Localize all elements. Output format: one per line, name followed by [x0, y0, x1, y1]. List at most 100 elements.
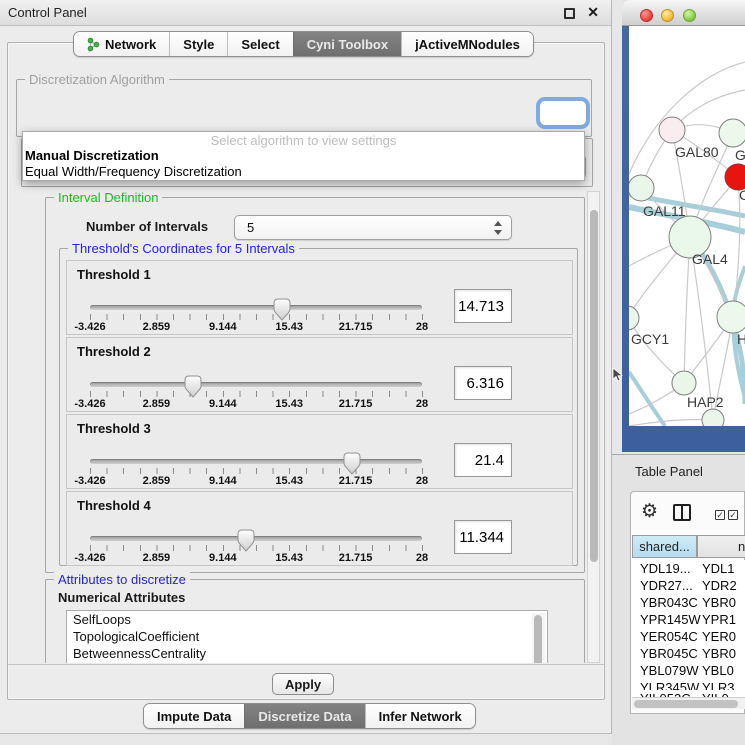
- apply-button[interactable]: Apply: [272, 673, 334, 695]
- table-row[interactable]: YER054CYER0: [632, 628, 745, 645]
- algorithm-dropdown-popup: Select algorithm to view settings Manual…: [22, 131, 585, 181]
- table-row[interactable]: YDL19...YDL1: [632, 560, 745, 577]
- tab-select[interactable]: Select: [227, 32, 292, 56]
- attributes-list-scrollbar[interactable]: [532, 613, 545, 663]
- number-of-intervals-label: Number of Intervals: [86, 219, 208, 234]
- network-node[interactable]: [629, 175, 654, 201]
- checkbox-checked-icon[interactable]: ✓: [715, 510, 725, 520]
- node-label-hap2: HAP2: [687, 394, 724, 410]
- column-header-name[interactable]: na: [697, 535, 745, 558]
- threshold-slider[interactable]: -3.4262.8599.14415.4321.71528: [90, 457, 422, 487]
- network-node[interactable]: [702, 409, 724, 426]
- number-of-intervals-combobox[interactable]: 5: [234, 215, 512, 240]
- control-panel-titlebar: Control Panel ✕: [0, 0, 611, 26]
- slider-track[interactable]: [90, 382, 422, 387]
- attributes-group-title: Attributes to discretize: [54, 572, 190, 587]
- close-icon[interactable]: ✕: [587, 4, 599, 21]
- threshold-label: Threshold 3: [77, 421, 151, 436]
- threshold-slider[interactable]: -3.4262.8599.14415.4321.71528: [90, 303, 422, 333]
- node-label-partial-h: H: [737, 331, 745, 347]
- column-header-shared-name[interactable]: shared...: [632, 535, 697, 558]
- interval-definition-group: Interval Definition Number of Intervals …: [45, 197, 585, 573]
- interval-definition-title: Interval Definition: [54, 191, 162, 205]
- scrollbar-thumb[interactable]: [590, 210, 598, 562]
- table-row[interactable]: YBL079WYBL0: [632, 662, 745, 679]
- cyni-toolbox-panel: Discretization Algorithm Table Data galF…: [7, 42, 605, 700]
- table-horizontal-scrollbar[interactable]: [632, 697, 745, 709]
- attribute-item[interactable]: BetweennessCentrality: [67, 645, 547, 662]
- network-node[interactable]: [719, 119, 745, 147]
- threshold-label: Threshold 4: [77, 498, 151, 513]
- tab-infer-network[interactable]: Infer Network: [365, 704, 475, 728]
- threshold-value-field[interactable]: 21.4: [454, 443, 512, 477]
- table-panel-dock: Table Panel ⚙ ✓ ✓ shared... na YDL19...Y…: [612, 454, 745, 745]
- node-label-gal4: GAL4: [692, 251, 728, 267]
- gear-icon[interactable]: ⚙: [641, 500, 658, 523]
- tab-jactivemnodules[interactable]: jActiveMNodules: [401, 32, 533, 56]
- tab-network[interactable]: Network: [74, 32, 169, 56]
- network-node[interactable]: [717, 301, 745, 333]
- tab-cyni-toolbox[interactable]: Cyni Toolbox: [293, 32, 401, 56]
- threshold-value-field[interactable]: 6.316: [454, 366, 512, 400]
- mouse-cursor: [612, 367, 623, 383]
- discretization-algorithm-group: Discretization Algorithm: [16, 79, 592, 137]
- network-node[interactable]: [672, 371, 696, 395]
- network-view-window: GAL80 GA GAL11 C GAL4 GCY1 H HAP2: [622, 0, 745, 452]
- columns-icon[interactable]: [673, 504, 691, 521]
- slider-thumb[interactable]: [273, 298, 291, 322]
- node-table-card: ⚙ ✓ ✓ shared... na YDL19...YDL1 YDR27...…: [630, 491, 745, 714]
- attribute-item[interactable]: SelfLoops: [67, 611, 547, 628]
- screen: Control Panel ✕ Network Style Select Cyn…: [0, 0, 745, 745]
- threshold-label: Threshold 2: [77, 344, 151, 359]
- slider-ticks: [90, 545, 423, 551]
- zoom-traffic-light-icon[interactable]: [683, 9, 696, 22]
- table-row[interactable]: YPR145WYPR1: [632, 611, 745, 628]
- table-row[interactable]: YBR045CYBR0: [632, 645, 745, 662]
- network-node[interactable]: [629, 306, 639, 330]
- tab-impute-data[interactable]: Impute Data: [144, 704, 244, 728]
- settings-scroll-viewport: Interval Definition Number of Intervals …: [14, 191, 592, 663]
- algorithm-option-equal-width[interactable]: Equal Width/Frequency Discretization: [23, 164, 584, 180]
- table-row[interactable]: YDR27...YDR2: [632, 577, 745, 594]
- threshold-slider[interactable]: -3.4262.8599.14415.4321.71528: [90, 380, 422, 410]
- checkbox-checked-icon[interactable]: ✓: [728, 510, 738, 520]
- thresholds-group-title: Threshold's Coordinates for 5 Intervals: [68, 241, 299, 256]
- combo-arrows-icon: [493, 221, 502, 235]
- threshold-slider[interactable]: -3.4262.8599.14415.4321.71528: [90, 534, 422, 564]
- threshold-value-field[interactable]: 11.344: [454, 520, 512, 554]
- threshold-value-field[interactable]: 14.713: [454, 289, 512, 323]
- settings-scrollbar[interactable]: [587, 191, 600, 663]
- number-of-intervals-value: 5: [247, 220, 254, 235]
- slider-thumb[interactable]: [237, 529, 255, 553]
- minimize-traffic-light-icon[interactable]: [661, 9, 674, 22]
- network-window-titlebar: [622, 0, 745, 26]
- slider-thumb[interactable]: [343, 452, 361, 476]
- close-traffic-light-icon[interactable]: [640, 9, 653, 22]
- thresholds-group: Threshold's Coordinates for 5 Intervals …: [59, 248, 578, 566]
- attribute-item[interactable]: TopologicalCoefficient: [67, 628, 547, 645]
- scrollbar-thumb[interactable]: [534, 615, 542, 663]
- threshold-row: Threshold 1 -3.4262.8599.14415.4321.7152…: [66, 260, 573, 335]
- slider-track[interactable]: [90, 536, 422, 541]
- algorithm-option-manual[interactable]: Manual Discretization: [23, 148, 584, 164]
- table-row[interactable]: YBR043CYBR0: [632, 594, 745, 611]
- float-window-icon[interactable]: [564, 8, 575, 19]
- panel-divider: [8, 664, 604, 665]
- cyni-bottom-tabbar: Impute Data Discretize Data Infer Networ…: [143, 703, 476, 729]
- slider-ticks: [90, 391, 423, 397]
- attributes-group: Attributes to discretize Numerical Attri…: [45, 579, 585, 663]
- tab-style[interactable]: Style: [169, 32, 227, 56]
- network-canvas[interactable]: GAL80 GA GAL11 C GAL4 GCY1 H HAP2: [629, 26, 745, 426]
- slider-thumb[interactable]: [184, 375, 202, 399]
- slider-track[interactable]: [90, 305, 422, 310]
- slider-ticks: [90, 314, 423, 320]
- algorithm-combobox[interactable]: [539, 100, 587, 126]
- network-node[interactable]: [659, 117, 685, 143]
- scrollbar-thumb[interactable]: [634, 700, 738, 708]
- network-icon: [87, 37, 100, 52]
- tab-discretize-data[interactable]: Discretize Data: [244, 704, 364, 728]
- numerical-attributes-label: Numerical Attributes: [58, 590, 185, 605]
- tab-network-label: Network: [105, 37, 156, 52]
- algorithm-dropdown-prompt[interactable]: Select algorithm to view settings: [23, 132, 584, 148]
- slider-track[interactable]: [90, 459, 422, 464]
